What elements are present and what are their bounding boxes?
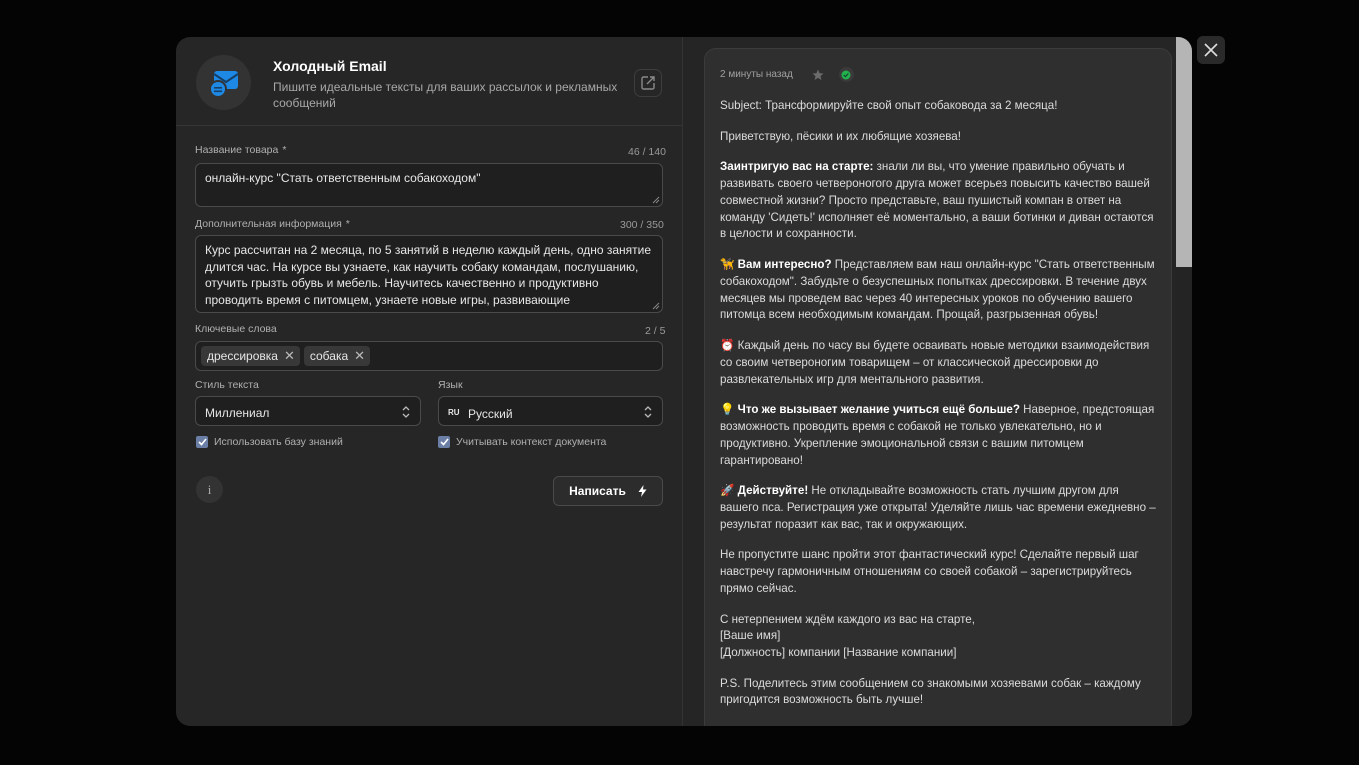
share-button[interactable] — [634, 69, 662, 97]
use-document-context-checkbox[interactable]: Учитывать контекст документа — [438, 436, 606, 448]
info-button[interactable]: i — [196, 476, 223, 503]
product-name-input[interactable]: онлайн-курс "Стать ответственным собакох… — [195, 163, 663, 207]
text-style-label: Стиль текста — [195, 379, 259, 391]
tool-title: Холодный Email — [273, 58, 387, 74]
email-signature: С нетерпением ждём каждого из вас на ста… — [720, 612, 975, 660]
use-knowledge-base-checkbox[interactable]: Использовать базу знаний — [196, 436, 343, 448]
keywords-counter: 2 / 5 — [645, 325, 666, 337]
language-code: RU — [448, 408, 460, 417]
star-icon[interactable] — [812, 69, 824, 81]
close-button[interactable] — [1197, 36, 1225, 64]
language-label: Язык — [438, 379, 463, 391]
generated-email-card: 2 минуты назад Subject: Трансформируйте … — [704, 48, 1172, 726]
resize-handle-icon[interactable] — [652, 196, 660, 204]
close-icon — [1204, 43, 1218, 57]
product-name-counter: 46 / 140 — [628, 146, 666, 158]
keyword-tag: дрессировка ✕ — [201, 346, 300, 366]
result-scrollbar[interactable] — [1176, 37, 1192, 726]
info-icon: i — [207, 481, 212, 497]
chevron-updown-icon — [402, 406, 410, 418]
checkmark-icon — [438, 436, 450, 448]
email-paragraph: 🚀 Действуйте! Не откладывайте возможност… — [720, 484, 1156, 531]
keywords-label: Ключевые слова — [195, 323, 277, 335]
lightning-icon — [638, 485, 647, 497]
additional-info-textarea[interactable]: Курс рассчитан на 2 месяца, по 5 занятий… — [195, 235, 663, 313]
generated-email-text: Subject: Трансформируйте свой опыт собак… — [720, 98, 1160, 723]
input-panel: Холодный Email Пишите идеальные тексты д… — [176, 37, 683, 726]
product-name-label: Название товара * — [195, 144, 287, 156]
additional-info-label: Дополнительная информация * — [195, 218, 350, 230]
text-style-value: Миллениал — [205, 406, 270, 420]
cold-email-modal: Холодный Email Пишите идеальные тексты д… — [176, 37, 1192, 726]
email-paragraph: Заинтригую вас на старте: знали ли вы, ч… — [720, 160, 1154, 241]
text-style-select[interactable]: Миллениал — [195, 396, 421, 426]
tool-header: Холодный Email Пишите идеальные тексты д… — [176, 37, 682, 126]
email-paragraph: ⏰ Каждый день по часу вы будете осваиват… — [720, 338, 1150, 386]
email-postscript: P.S. Поделитесь этим сообщением со знако… — [720, 676, 1141, 707]
keywords-input[interactable]: дрессировка ✕ собака ✕ — [195, 341, 663, 371]
email-subject: Subject: Трансформируйте свой опыт собак… — [720, 99, 1058, 112]
tool-subtitle: Пишите идеальные тексты для ваших рассыл… — [273, 80, 618, 110]
email-greeting: Приветствую, пёсики и их любящие хозяева… — [720, 129, 961, 143]
additional-info-counter: 300 / 350 — [620, 219, 664, 231]
language-value: Русский — [468, 407, 513, 421]
email-tool-icon — [196, 55, 251, 110]
additional-info-value: Курс рассчитан на 2 месяца, по 5 занятий… — [205, 243, 652, 312]
email-paragraph: Не пропустите шанс пройти этот фантастич… — [720, 548, 1139, 595]
email-paragraph: 💡 Что же вызывает желание учиться ещё бо… — [720, 403, 1155, 467]
write-button[interactable]: Написать — [553, 476, 663, 506]
result-meta: 2 минуты назад — [720, 67, 854, 82]
scrollbar-thumb[interactable] — [1176, 37, 1192, 267]
product-name-value: онлайн-курс "Стать ответственным собакох… — [205, 171, 481, 185]
resize-handle-icon[interactable] — [652, 302, 660, 310]
keyword-tag: собака ✕ — [303, 346, 371, 366]
chevron-updown-icon — [644, 406, 652, 418]
email-paragraph: 🦮 Вам интересно? Представляем вам наш он… — [720, 257, 1155, 322]
remove-tag-icon[interactable]: ✕ — [284, 348, 295, 364]
result-panel: 2 минуты назад Subject: Трансформируйте … — [683, 37, 1192, 726]
verified-check-icon — [838, 67, 854, 82]
remove-tag-icon[interactable]: ✕ — [354, 348, 365, 364]
checkmark-icon — [196, 436, 208, 448]
language-select[interactable]: RU Русский — [438, 396, 663, 426]
share-icon — [641, 76, 655, 90]
generated-time: 2 минуты назад — [720, 69, 793, 80]
